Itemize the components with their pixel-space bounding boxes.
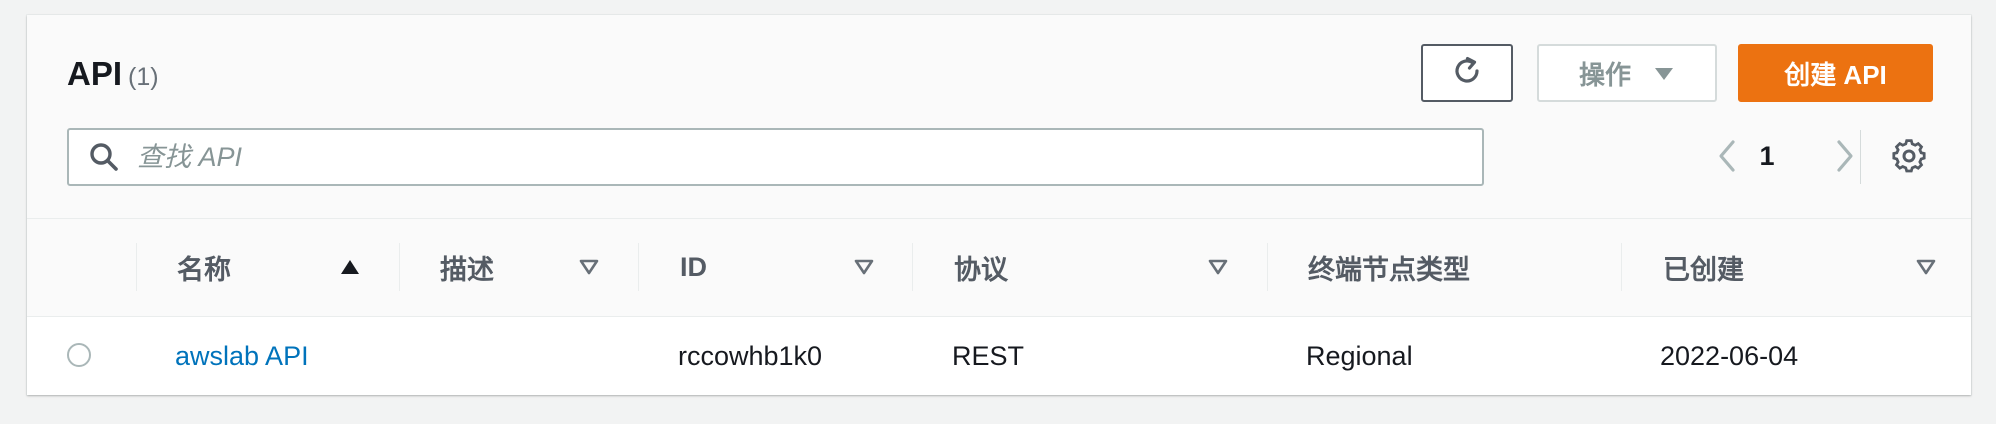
column-separator: [1267, 243, 1268, 291]
current-page-number[interactable]: 1: [1754, 141, 1780, 172]
column-header-name[interactable]: 名称: [177, 219, 231, 316]
sort-ascending-icon[interactable]: [338, 255, 362, 279]
gear-icon[interactable]: [1889, 136, 1929, 176]
column-separator: [1621, 243, 1622, 291]
search-icon: [87, 140, 121, 174]
chevron-right-icon[interactable]: [1827, 134, 1863, 178]
column-separator: [399, 243, 400, 291]
api-protocol: REST: [952, 340, 1025, 371]
chevron-left-icon[interactable]: [1709, 134, 1745, 178]
column-header-label: 描述: [440, 255, 494, 285]
title-count: (1): [128, 63, 159, 91]
table-header-area: API (1) 操作 创建 API 查找 API 1: [27, 15, 1971, 219]
column-header-protocol[interactable]: 协议: [954, 219, 1008, 316]
api-created-date: 2022-06-04: [1660, 340, 1799, 371]
sort-descending-outline-icon[interactable]: [577, 255, 601, 279]
api-name-link[interactable]: awslab API: [175, 317, 309, 395]
sort-descending-outline-icon[interactable]: [852, 255, 876, 279]
pager-divider: [1860, 130, 1861, 184]
api-id: rccowhb1k0: [678, 340, 823, 371]
sort-descending-outline-icon[interactable]: [1206, 255, 1230, 279]
actions-dropdown-button[interactable]: 操作: [1537, 44, 1717, 102]
column-header-label: 名称: [177, 255, 231, 285]
page-title: API (1): [67, 55, 159, 93]
column-header-label: 协议: [954, 255, 1008, 285]
table-header-row: 名称 描述 ID 协议 终端节点类型 已创建: [27, 219, 1971, 317]
column-separator: [638, 243, 639, 291]
column-separator: [912, 243, 913, 291]
column-header-label: 终端节点类型: [1308, 255, 1470, 285]
refresh-icon: [1450, 54, 1484, 93]
title-text: API: [67, 55, 123, 92]
column-header-description[interactable]: 描述: [440, 219, 494, 316]
column-header-endpoint-type[interactable]: 终端节点类型: [1308, 219, 1470, 316]
caret-down-icon: [1653, 58, 1675, 89]
column-separator: [136, 243, 137, 291]
sort-descending-outline-icon[interactable]: [1914, 255, 1938, 279]
table-row[interactable]: awslab API rccowhb1k0 REST Regional 2022…: [27, 317, 1971, 395]
refresh-button[interactable]: [1421, 44, 1513, 102]
row-select-radio[interactable]: [67, 343, 91, 367]
api-endpoint-type: Regional: [1306, 340, 1413, 371]
column-header-id[interactable]: ID: [680, 219, 707, 316]
create-api-label: 创建 API: [1784, 59, 1887, 90]
search-input[interactable]: [135, 140, 1439, 174]
column-header-label: 已创建: [1663, 255, 1744, 285]
column-header-created[interactable]: 已创建: [1663, 219, 1744, 316]
create-api-button[interactable]: 创建 API: [1738, 44, 1933, 102]
column-header-label: ID: [680, 252, 707, 282]
api-table-panel: API (1) 操作 创建 API 查找 API 1 名称 描述 ID 协议 终…: [27, 15, 1971, 395]
search-box[interactable]: [67, 128, 1484, 186]
actions-label: 操作: [1578, 59, 1631, 90]
